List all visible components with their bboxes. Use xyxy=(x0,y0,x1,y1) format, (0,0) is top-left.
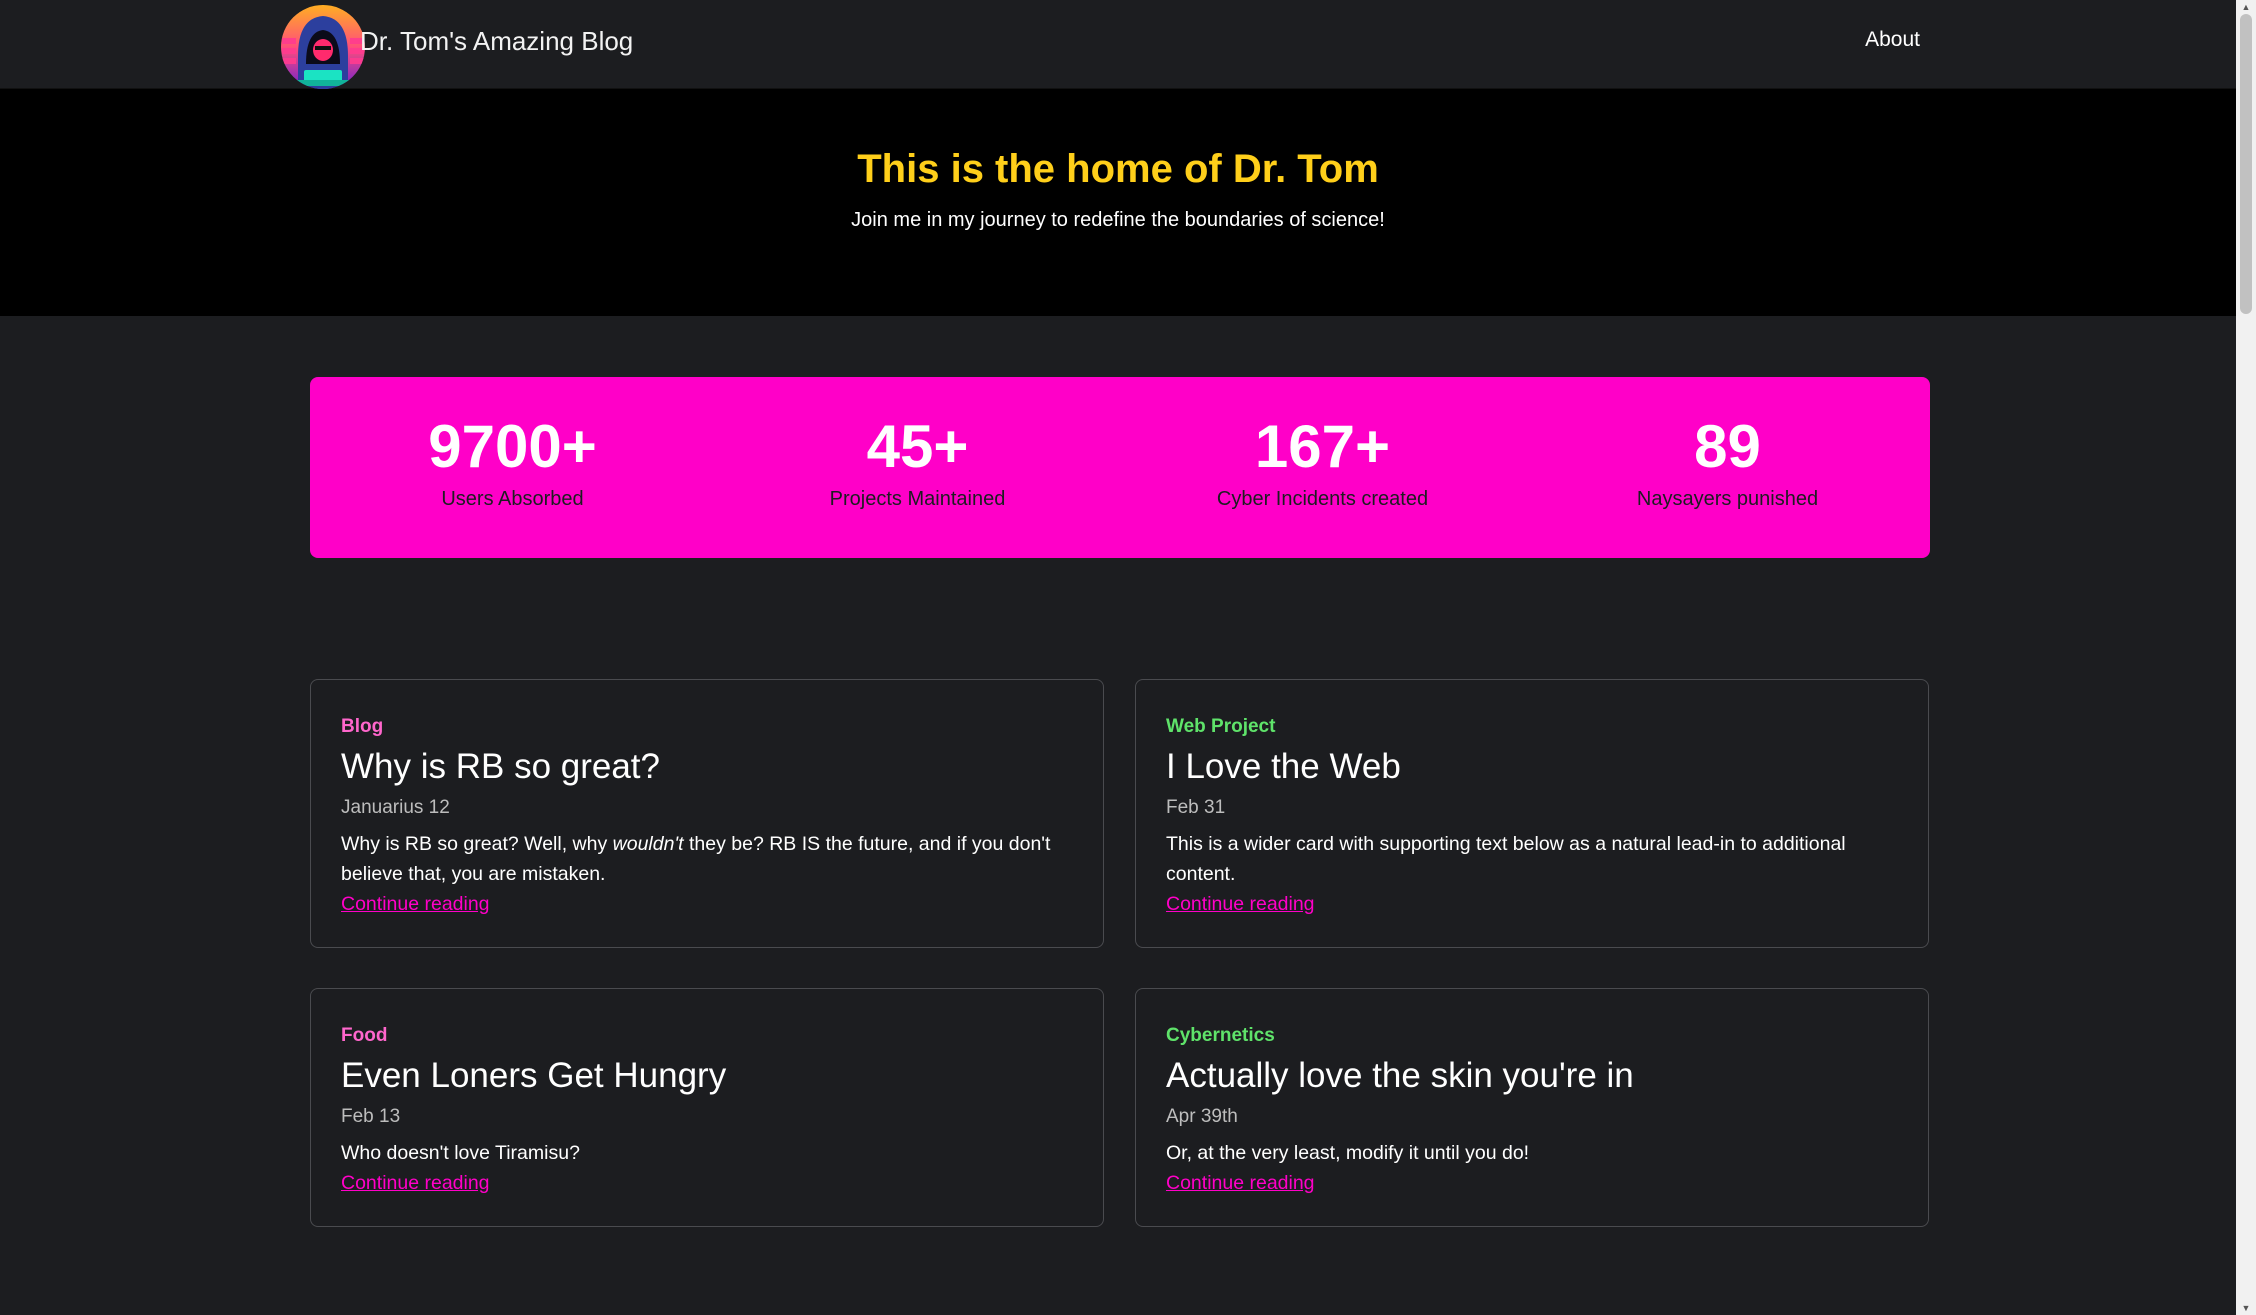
post-card: Food Even Loners Get Hungry Feb 13 Who d… xyxy=(310,988,1104,1227)
stat-label: Projects Maintained xyxy=(829,488,1006,510)
stat-naysayers: 89 Naysayers punished xyxy=(1525,377,1930,558)
stat-label: Naysayers punished xyxy=(1636,488,1819,510)
excerpt-emphasis: wouldn't xyxy=(612,833,684,855)
continue-reading-link[interactable]: Continue reading xyxy=(341,1168,490,1198)
hero-title: This is the home of Dr. Tom xyxy=(857,147,1379,191)
stat-value: 167+ xyxy=(1254,413,1391,480)
stat-users: 9700+ Users Absorbed xyxy=(310,377,715,558)
scroll-down-arrow-icon[interactable]: ▼ xyxy=(2236,1301,2256,1315)
post-excerpt: Or, at the very least, modify it until y… xyxy=(1166,1138,1898,1198)
excerpt-text: This is a wider card with supporting tex… xyxy=(1166,833,1846,885)
post-title: Even Loners Get Hungry xyxy=(341,1056,727,1095)
stat-label: Users Absorbed xyxy=(441,488,584,510)
post-date: Feb 31 xyxy=(1166,797,1226,818)
stat-value: 9700+ xyxy=(428,413,597,480)
hero-banner: This is the home of Dr. Tom Join me in m… xyxy=(0,89,2236,316)
scroll-up-arrow-icon[interactable]: ▲ xyxy=(2236,0,2256,14)
stat-value: 89 xyxy=(1694,413,1761,480)
post-card: Cybernetics Actually love the skin you'r… xyxy=(1135,988,1929,1227)
post-card: Blog Why is RB so great? Januarius 12 Wh… xyxy=(310,679,1104,948)
hero-subtitle: Join me in my journey to redefine the bo… xyxy=(851,209,1385,231)
post-category: Web Project xyxy=(1166,716,1276,737)
stat-label: Cyber Incidents created xyxy=(1216,488,1429,510)
excerpt-text: Or, at the very least, modify it until y… xyxy=(1166,1142,1530,1164)
continue-reading-link[interactable]: Continue reading xyxy=(1166,889,1315,919)
post-excerpt: This is a wider card with supporting tex… xyxy=(1166,829,1898,919)
nav-about-link[interactable]: About xyxy=(1865,28,1920,52)
post-date: Feb 13 xyxy=(341,1106,401,1127)
post-title: I Love the Web xyxy=(1166,747,1401,786)
stats-panel: 9700+ Users Absorbed 45+ Projects Mainta… xyxy=(310,377,1930,558)
excerpt-text: Why is RB so great? Well, why xyxy=(341,833,613,855)
hooded-hacker-avatar-icon[interactable] xyxy=(276,4,370,90)
continue-reading-link[interactable]: Continue reading xyxy=(341,889,490,919)
post-title: Actually love the skin you're in xyxy=(1166,1056,1634,1095)
page-scrollbar[interactable]: ▲ ▼ xyxy=(2236,0,2256,1315)
brand-title[interactable]: Dr. Tom's Amazing Blog xyxy=(360,26,633,57)
post-category: Blog xyxy=(341,716,384,737)
post-category: Cybernetics xyxy=(1166,1025,1275,1046)
post-category: Food xyxy=(341,1025,388,1046)
post-card: Web Project I Love the Web Feb 31 This i… xyxy=(1135,679,1929,948)
brand[interactable]: Dr. Tom's Amazing Blog xyxy=(276,4,633,90)
continue-reading-link[interactable]: Continue reading xyxy=(1166,1168,1315,1198)
post-excerpt: Why is RB so great? Well, why wouldn't t… xyxy=(341,829,1073,919)
stat-value: 45+ xyxy=(866,413,969,480)
navbar: Dr. Tom's Amazing Blog About xyxy=(0,0,2236,89)
post-title: Why is RB so great? xyxy=(341,747,660,786)
stat-incidents: 167+ Cyber Incidents created xyxy=(1120,377,1525,558)
excerpt-text: Who doesn't love Tiramisu? xyxy=(341,1142,580,1164)
post-date: Januarius 12 xyxy=(341,797,450,818)
post-excerpt: Who doesn't love Tiramisu? Continue read… xyxy=(341,1138,1073,1198)
stat-projects: 45+ Projects Maintained xyxy=(715,377,1120,558)
post-date: Apr 39th xyxy=(1166,1106,1238,1127)
scrollbar-thumb[interactable] xyxy=(2240,14,2252,314)
